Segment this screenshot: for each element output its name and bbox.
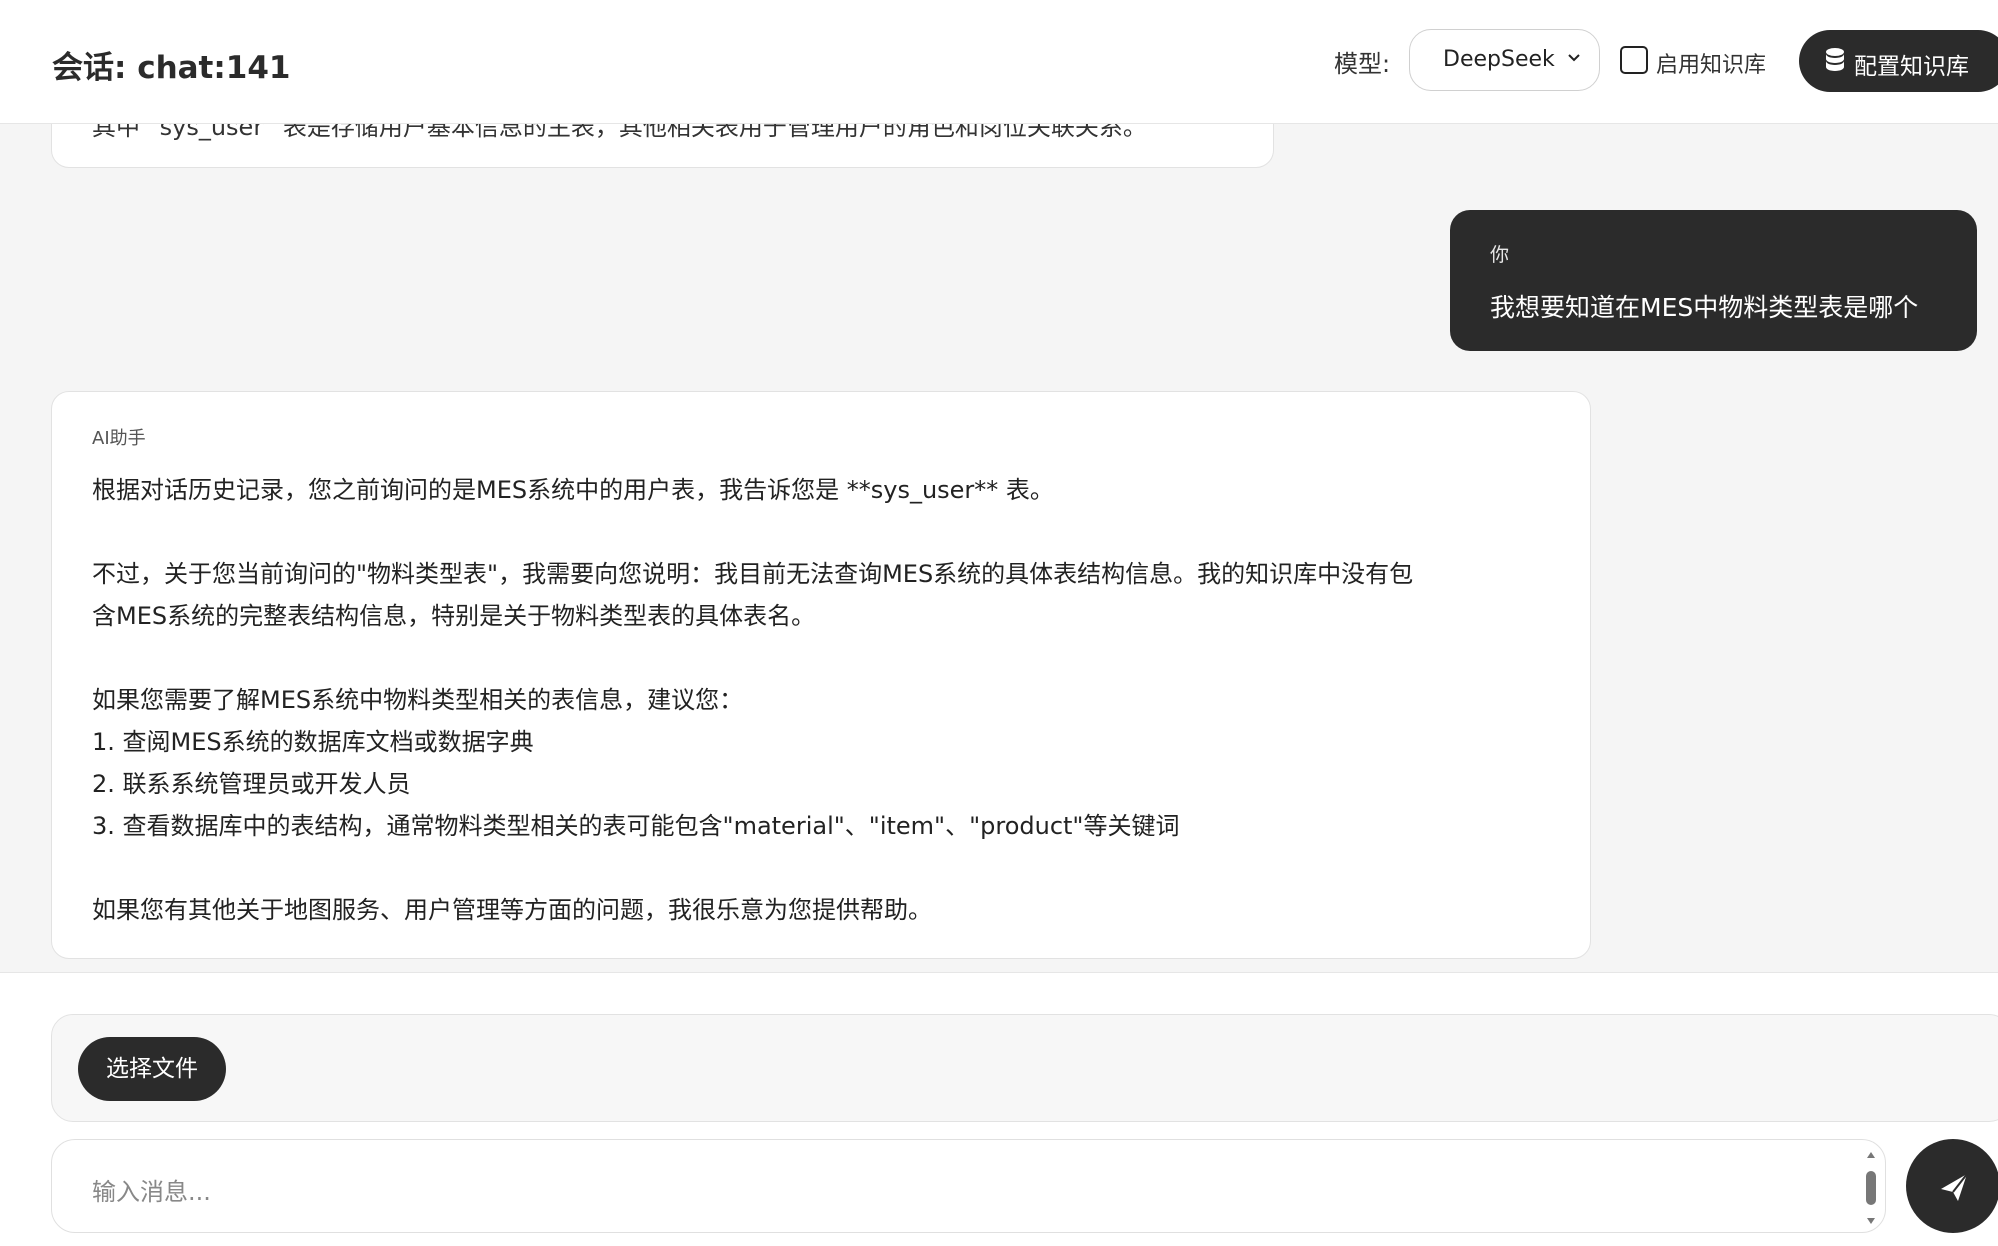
message-sender: 你 bbox=[1490, 244, 1510, 266]
chevron-down-icon bbox=[1568, 54, 1580, 62]
message-line: 3. 查看数据库中的表结构，通常物料类型相关的表可能包含"material"、"… bbox=[92, 812, 1180, 840]
composer: 选择文件 输入消息... bbox=[0, 972, 1998, 1246]
page-title: 会话: chat:141 bbox=[52, 50, 291, 86]
model-label: 模型: bbox=[1334, 50, 1391, 78]
send-button[interactable] bbox=[1906, 1139, 1998, 1233]
message-line: 2. 联系系统管理员或开发人员 bbox=[92, 770, 411, 798]
config-kb-label: 配置知识库 bbox=[1854, 54, 1969, 80]
user-message-bubble: 你 我想要知道在MES中物料类型表是哪个 bbox=[1450, 210, 1977, 351]
message-line: 含MES系统的完整表结构信息，特别是关于物料类型表的具体表名。 bbox=[92, 602, 816, 630]
message-text: 其中 `sys_user` 表是存储用户基本信息的主表，其他相关表用于管理用户的… bbox=[92, 124, 1147, 141]
model-select[interactable]: DeepSeek bbox=[1409, 29, 1600, 91]
database-icon bbox=[1826, 48, 1844, 71]
send-icon bbox=[1941, 1173, 1968, 1201]
message-line: 如果您有其他关于地图服务、用户管理等方面的问题，我很乐意为您提供帮助。 bbox=[92, 896, 932, 924]
kb-toggle-label: 启用知识库 bbox=[1656, 53, 1767, 78]
ai-message-bubble: AI助手 根据对话历史记录，您之前询问的是MES系统中的用户表，我告诉您是 **… bbox=[51, 391, 1591, 959]
message-line: 1. 查阅MES系统的数据库文档或数据字典 bbox=[92, 728, 534, 756]
file-attachment-row: 选择文件 bbox=[51, 1014, 1998, 1122]
input-scrollbar[interactable] bbox=[1860, 1148, 1882, 1228]
message-sender: AI助手 bbox=[92, 428, 146, 449]
message-input-placeholder: 输入消息... bbox=[92, 1178, 211, 1206]
message-line: 如果您需要了解MES系统中物料类型相关的表信息，建议您： bbox=[92, 686, 744, 714]
config-kb-button[interactable]: 配置知识库 bbox=[1799, 30, 1998, 92]
choose-file-button[interactable]: 选择文件 bbox=[78, 1037, 226, 1101]
header: 会话: chat:141 模型: DeepSeek 启用知识库 配置知识库 bbox=[0, 0, 1998, 124]
ai-message-bubble-previous: 其中 `sys_user` 表是存储用户基本信息的主表，其他相关表用于管理用户的… bbox=[51, 124, 1274, 168]
message-input[interactable]: 输入消息... bbox=[51, 1139, 1886, 1233]
message-text: 我想要知道在MES中物料类型表是哪个 bbox=[1490, 293, 1919, 322]
kb-toggle-checkbox[interactable] bbox=[1620, 46, 1648, 74]
chat-area[interactable]: 其中 `sys_user` 表是存储用户基本信息的主表，其他相关表用于管理用户的… bbox=[0, 124, 1998, 972]
model-select-value: DeepSeek bbox=[1443, 47, 1555, 72]
message-line: 根据对话历史记录，您之前询问的是MES系统中的用户表，我告诉您是 **sys_u… bbox=[92, 476, 1054, 504]
message-line: 不过，关于您当前询问的"物料类型表"，我需要向您说明：我目前无法查询MES系统的… bbox=[92, 560, 1414, 588]
